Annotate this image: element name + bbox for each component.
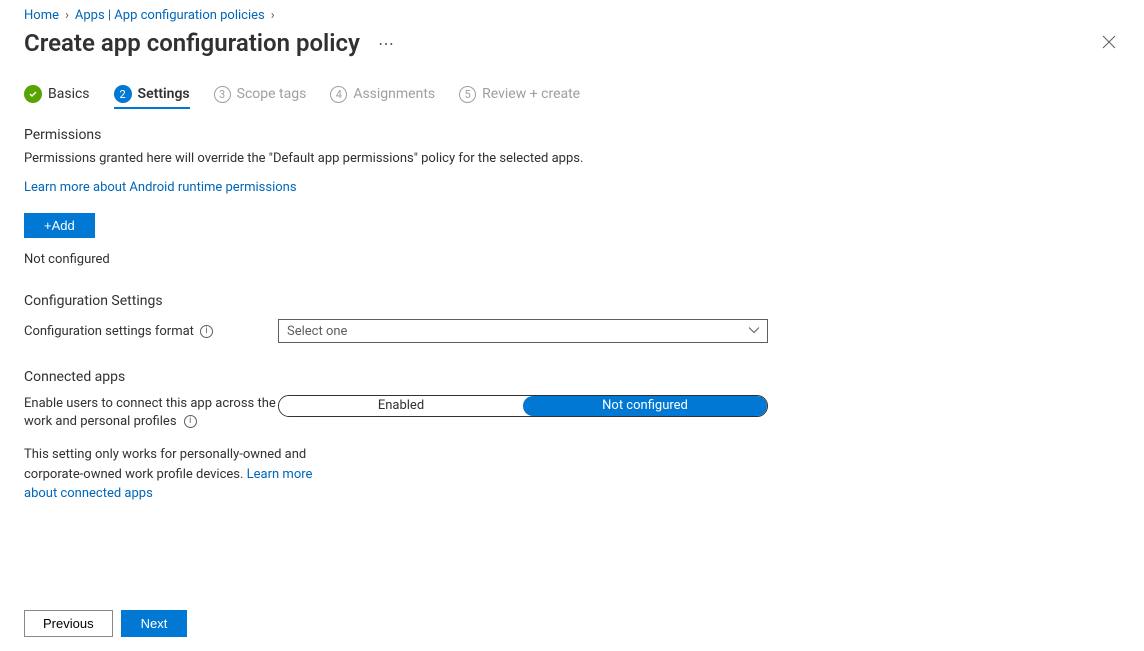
next-button[interactable]: Next xyxy=(121,610,188,637)
step-label: Assignments xyxy=(353,86,435,102)
step-number-icon: 2 xyxy=(114,85,132,103)
step-basics[interactable]: Basics xyxy=(24,85,90,109)
wizard-footer: Previous Next xyxy=(24,598,1120,637)
step-review-create[interactable]: 5 Review + create xyxy=(459,86,580,109)
breadcrumb-home[interactable]: Home xyxy=(24,8,59,23)
config-format-value: Select one xyxy=(287,324,347,339)
step-number-icon: 4 xyxy=(330,86,347,103)
connected-apps-toggle: Enabled Not configured xyxy=(278,395,768,417)
toggle-enabled-option[interactable]: Enabled xyxy=(279,396,523,416)
connected-apps-note: This setting only works for personally-o… xyxy=(24,445,324,504)
breadcrumb: Home › Apps | App configuration policies… xyxy=(24,8,1120,23)
chevron-right-icon: › xyxy=(271,8,275,23)
step-scope-tags[interactable]: 3 Scope tags xyxy=(214,86,307,109)
info-icon[interactable]: i xyxy=(184,415,197,428)
step-settings[interactable]: 2 Settings xyxy=(114,85,190,109)
previous-button[interactable]: Previous xyxy=(24,610,113,637)
permissions-status: Not configured xyxy=(24,252,1120,267)
title-row: Create app configuration policy ⋯ xyxy=(24,29,1120,57)
config-format-label: Configuration settings format xyxy=(24,324,194,339)
breadcrumb-apps[interactable]: Apps | App configuration policies xyxy=(75,8,265,23)
step-number-icon: 5 xyxy=(459,86,476,103)
permissions-header: Permissions xyxy=(24,127,1120,143)
permissions-learn-link[interactable]: Learn more about Android runtime permiss… xyxy=(24,180,297,195)
step-number-icon: 3 xyxy=(214,86,231,103)
connected-apps-row: Enable users to connect this app across … xyxy=(24,395,1120,431)
config-format-select[interactable]: Select one xyxy=(278,319,768,343)
permissions-description: Permissions granted here will override t… xyxy=(24,151,1120,166)
step-label: Review + create xyxy=(482,86,580,102)
config-settings-header: Configuration Settings xyxy=(24,293,1120,309)
connected-enable-label: Enable users to connect this app across … xyxy=(24,396,276,429)
wizard-steps: Basics 2 Settings 3 Scope tags 4 Assignm… xyxy=(24,85,1120,109)
step-label: Settings xyxy=(138,86,190,102)
step-label: Scope tags xyxy=(237,86,307,102)
config-format-row: Configuration settings format i Select o… xyxy=(24,319,1120,343)
toggle-not-configured-option[interactable]: Not configured xyxy=(523,396,767,416)
chevron-right-icon: › xyxy=(65,8,69,23)
connected-apps-header: Connected apps xyxy=(24,369,1120,385)
check-icon xyxy=(24,85,42,103)
page-title: Create app configuration policy xyxy=(24,29,360,57)
close-button[interactable] xyxy=(1098,30,1120,57)
step-assignments[interactable]: 4 Assignments xyxy=(330,86,435,109)
info-icon[interactable]: i xyxy=(200,325,213,338)
step-label: Basics xyxy=(48,86,90,102)
more-actions-button[interactable]: ⋯ xyxy=(374,32,398,55)
add-permission-button[interactable]: +Add xyxy=(24,213,95,238)
